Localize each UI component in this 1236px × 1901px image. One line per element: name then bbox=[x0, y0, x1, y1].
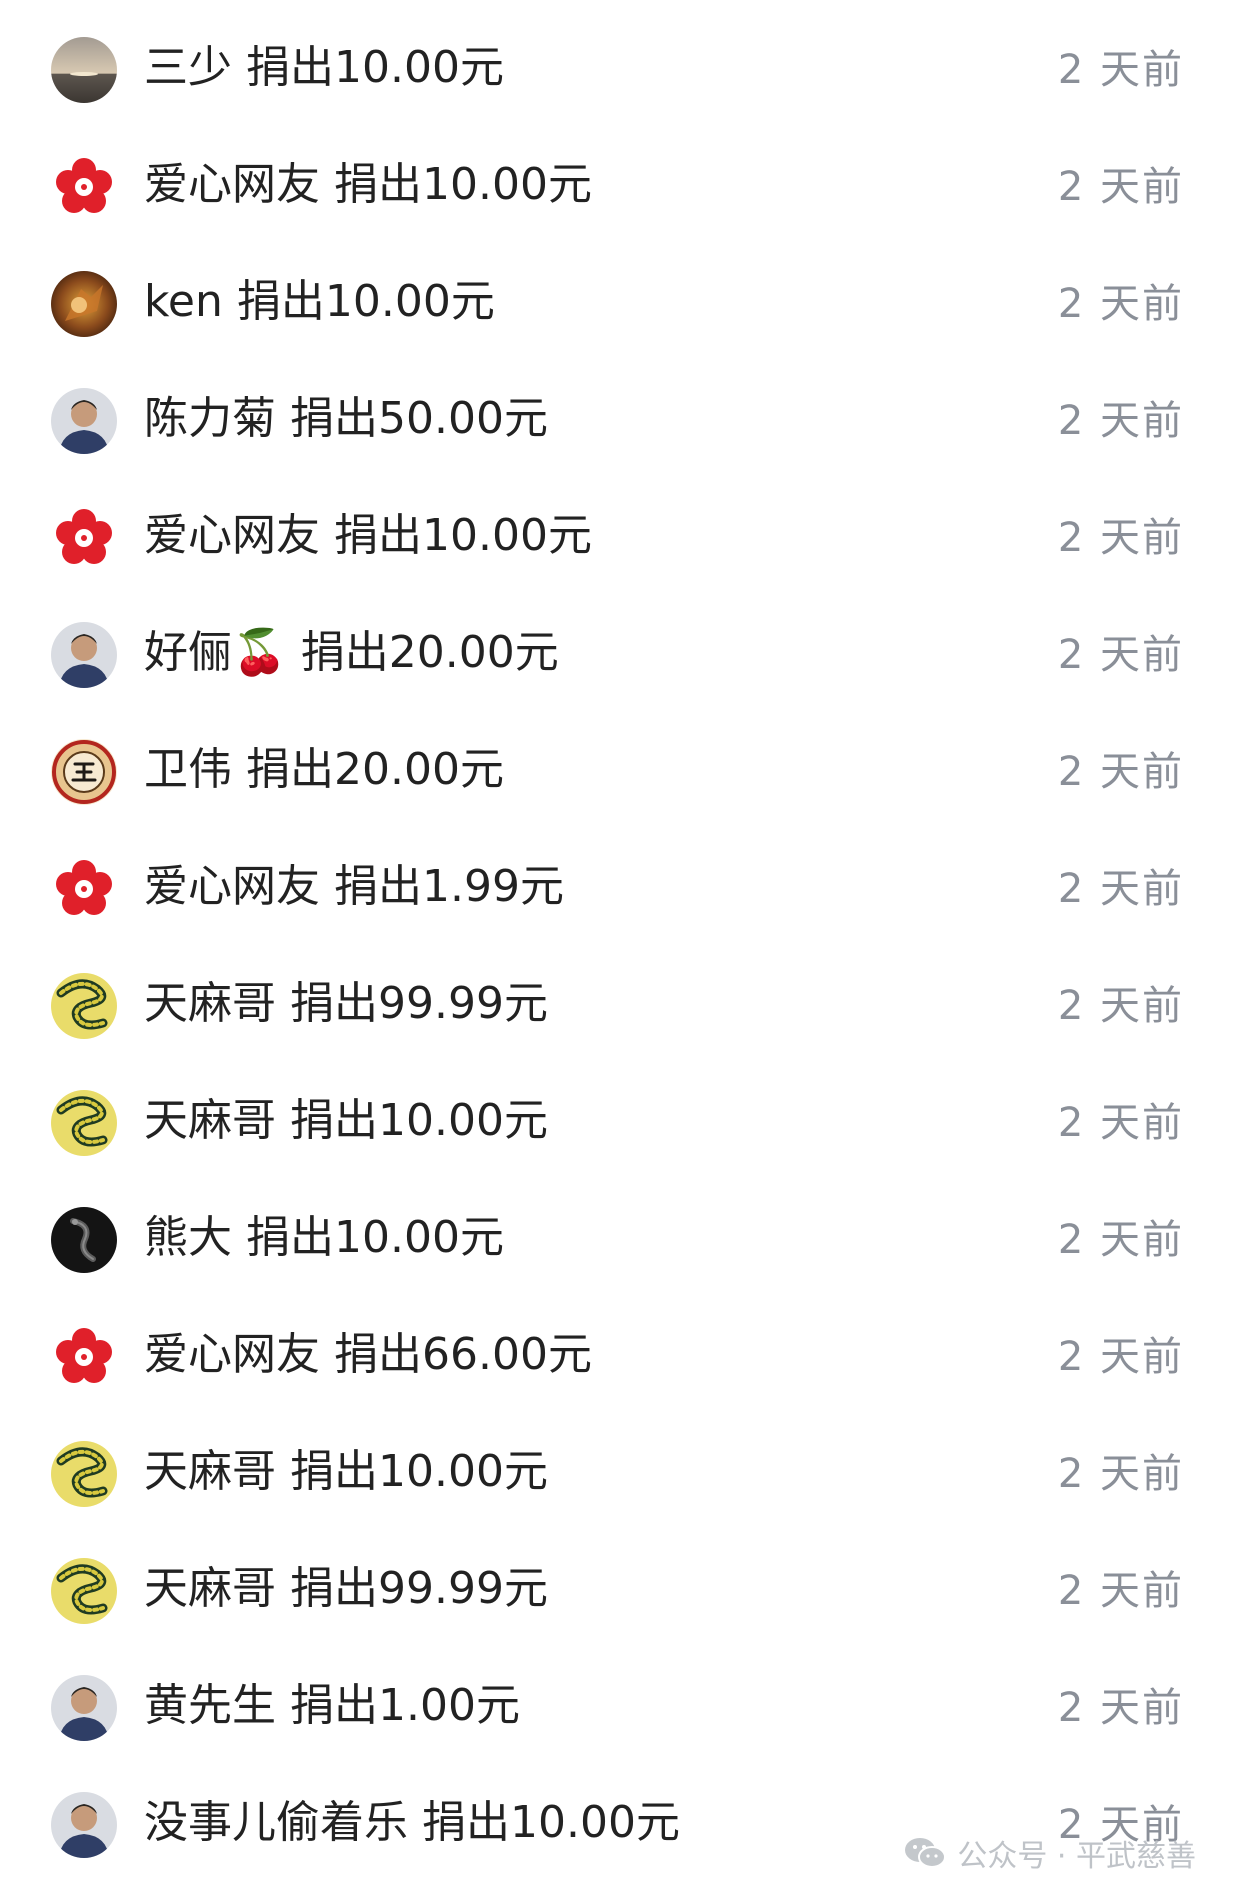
red-flower-avatar-icon[interactable] bbox=[51, 856, 117, 922]
donation-amount: 捐出10.00元 bbox=[290, 1095, 548, 1146]
donor-name[interactable]: 没事儿偷着乐 bbox=[144, 1797, 408, 1848]
list-item[interactable]: 爱心网友 捐出10.00元 2 天前 bbox=[0, 478, 1236, 595]
golden-dragon-avatar-icon[interactable] bbox=[51, 1558, 117, 1624]
donation-time: 2 天前 bbox=[1057, 1451, 1184, 1497]
donation-text: 三少 捐出10.00元 bbox=[144, 38, 504, 98]
donor-name[interactable]: ken bbox=[144, 276, 223, 327]
golden-dragon-avatar-icon[interactable] bbox=[51, 1090, 117, 1156]
donor-name[interactable]: 天麻哥 bbox=[144, 1563, 276, 1614]
golden-dragon-avatar-icon[interactable] bbox=[51, 973, 117, 1039]
golden-dragon-avatar-icon[interactable] bbox=[51, 1441, 117, 1507]
dark-dragon-avatar-icon[interactable] bbox=[51, 1207, 117, 1273]
donation-text: 没事儿偷着乐 捐出10.00元 bbox=[144, 1793, 680, 1853]
donation-amount: 捐出10.00元 bbox=[422, 1797, 680, 1848]
donation-text: 爱心网友 捐出10.00元 bbox=[144, 506, 592, 566]
donor-name[interactable]: 熊大 bbox=[144, 1212, 232, 1263]
donation-time: 2 天前 bbox=[1057, 866, 1184, 912]
donation-text: 爱心网友 捐出1.99元 bbox=[144, 857, 564, 917]
donation-amount: 捐出10.00元 bbox=[334, 510, 592, 561]
donation-text: 黄先生 捐出1.00元 bbox=[144, 1676, 520, 1736]
donation-text: 天麻哥 捐出99.99元 bbox=[144, 974, 548, 1034]
donation-time: 2 天前 bbox=[1057, 1100, 1184, 1146]
donation-text: 陈力菊 捐出50.00元 bbox=[144, 389, 548, 449]
list-item[interactable]: ken 捐出10.00元 2 天前 bbox=[0, 244, 1236, 361]
list-item[interactable]: 天麻哥 捐出10.00元 2 天前 bbox=[0, 1063, 1236, 1180]
watermark: 公众号 · 平武慈善 bbox=[903, 1831, 1196, 1875]
red-flower-avatar-icon[interactable] bbox=[51, 1324, 117, 1390]
donation-amount: 捐出20.00元 bbox=[300, 627, 559, 678]
person-avatar-icon[interactable] bbox=[51, 388, 117, 454]
donation-text: 天麻哥 捐出10.00元 bbox=[144, 1442, 548, 1502]
list-item[interactable]: 天麻哥 捐出99.99元 2 天前 bbox=[0, 1531, 1236, 1648]
donation-amount: 捐出66.00元 bbox=[334, 1329, 592, 1380]
donation-text: 好俪🍒 捐出20.00元 bbox=[144, 623, 559, 683]
donation-amount: 捐出99.99元 bbox=[290, 1563, 548, 1614]
donation-time: 2 天前 bbox=[1057, 164, 1184, 210]
donation-time: 2 天前 bbox=[1057, 749, 1184, 795]
donation-time: 2 天前 bbox=[1057, 515, 1184, 561]
donation-amount: 捐出10.00元 bbox=[290, 1446, 548, 1497]
donation-time: 2 天前 bbox=[1057, 1217, 1184, 1263]
donor-name[interactable]: 天麻哥 bbox=[144, 1095, 276, 1146]
donation-time: 2 天前 bbox=[1057, 281, 1184, 327]
donation-text: 爱心网友 捐出10.00元 bbox=[144, 155, 592, 215]
list-item[interactable]: 天麻哥 捐出99.99元 2 天前 bbox=[0, 946, 1236, 1063]
donation-amount: 捐出10.00元 bbox=[246, 42, 504, 93]
donation-amount: 捐出10.00元 bbox=[246, 1212, 504, 1263]
donor-name[interactable]: 爱心网友 bbox=[144, 861, 320, 912]
donation-amount: 捐出20.00元 bbox=[246, 744, 504, 795]
list-item[interactable]: 熊大 捐出10.00元 2 天前 bbox=[0, 1180, 1236, 1297]
donation-text: 卫伟 捐出20.00元 bbox=[144, 740, 504, 800]
list-item[interactable]: 陈力菊 捐出50.00元 2 天前 bbox=[0, 361, 1236, 478]
list-item[interactable]: 爱心网友 捐出1.99元 2 天前 bbox=[0, 829, 1236, 946]
donor-name[interactable]: 天麻哥 bbox=[144, 1446, 276, 1497]
donation-time: 2 天前 bbox=[1057, 1334, 1184, 1380]
donation-list: 三少 捐出10.00元 2 天前 爱心网友 捐出10.00元 2 天前 ken 捐出10.00… bbox=[0, 10, 1236, 1882]
red-flower-avatar-icon[interactable] bbox=[51, 505, 117, 571]
person-avatar-icon[interactable] bbox=[51, 622, 117, 688]
list-item[interactable]: 卫伟 捐出20.00元 2 天前 bbox=[0, 712, 1236, 829]
donor-name[interactable]: 陈力菊 bbox=[144, 393, 276, 444]
donation-time: 2 天前 bbox=[1057, 983, 1184, 1029]
donation-time: 2 天前 bbox=[1057, 47, 1184, 93]
list-item[interactable]: 三少 捐出10.00元 2 天前 bbox=[0, 10, 1236, 127]
donation-amount: 捐出50.00元 bbox=[290, 393, 548, 444]
donor-name[interactable]: 爱心网友 bbox=[144, 159, 320, 210]
donor-name[interactable]: 天麻哥 bbox=[144, 978, 276, 1029]
donor-name[interactable]: 三少 bbox=[144, 42, 232, 93]
wang-badge-avatar-icon[interactable] bbox=[51, 739, 117, 805]
donation-text: 天麻哥 捐出10.00元 bbox=[144, 1091, 548, 1151]
warrior-avatar-icon[interactable] bbox=[51, 271, 117, 337]
list-item[interactable]: 天麻哥 捐出10.00元 2 天前 bbox=[0, 1414, 1236, 1531]
donation-amount: 捐出10.00元 bbox=[236, 276, 495, 327]
person-avatar-icon[interactable] bbox=[51, 1792, 117, 1858]
donation-text: ken 捐出10.00元 bbox=[144, 272, 495, 332]
donation-amount: 捐出10.00元 bbox=[334, 159, 592, 210]
donation-amount: 捐出1.99元 bbox=[334, 861, 564, 912]
donation-text: 爱心网友 捐出66.00元 bbox=[144, 1325, 592, 1385]
donation-amount: 捐出99.99元 bbox=[290, 978, 548, 1029]
donation-amount: 捐出1.00元 bbox=[290, 1680, 520, 1731]
donor-name[interactable]: 卫伟 bbox=[144, 744, 232, 795]
donation-time: 2 天前 bbox=[1057, 632, 1184, 678]
list-item[interactable]: 好俪🍒 捐出20.00元 2 天前 bbox=[0, 595, 1236, 712]
donation-text: 天麻哥 捐出99.99元 bbox=[144, 1559, 548, 1619]
donor-name[interactable]: 爱心网友 bbox=[144, 1329, 320, 1380]
donation-time: 2 天前 bbox=[1057, 1568, 1184, 1614]
donor-name[interactable]: 好俪🍒 bbox=[144, 627, 287, 678]
watermark-text: 公众号 · 平武慈善 bbox=[957, 1839, 1196, 1874]
donation-time: 2 天前 bbox=[1057, 1685, 1184, 1731]
list-item[interactable]: 爱心网友 捐出66.00元 2 天前 bbox=[0, 1297, 1236, 1414]
list-item[interactable]: 爱心网友 捐出10.00元 2 天前 bbox=[0, 127, 1236, 244]
red-flower-avatar-icon[interactable] bbox=[51, 154, 117, 220]
person-avatar-icon[interactable] bbox=[51, 1675, 117, 1741]
wechat-icon bbox=[903, 1835, 947, 1871]
donor-name[interactable]: 黄先生 bbox=[144, 1680, 276, 1731]
sunset-avatar-icon[interactable] bbox=[51, 37, 117, 103]
donor-name[interactable]: 爱心网友 bbox=[144, 510, 320, 561]
donation-time: 2 天前 bbox=[1057, 398, 1184, 444]
list-item[interactable]: 黄先生 捐出1.00元 2 天前 bbox=[0, 1648, 1236, 1765]
donation-text: 熊大 捐出10.00元 bbox=[144, 1208, 504, 1268]
